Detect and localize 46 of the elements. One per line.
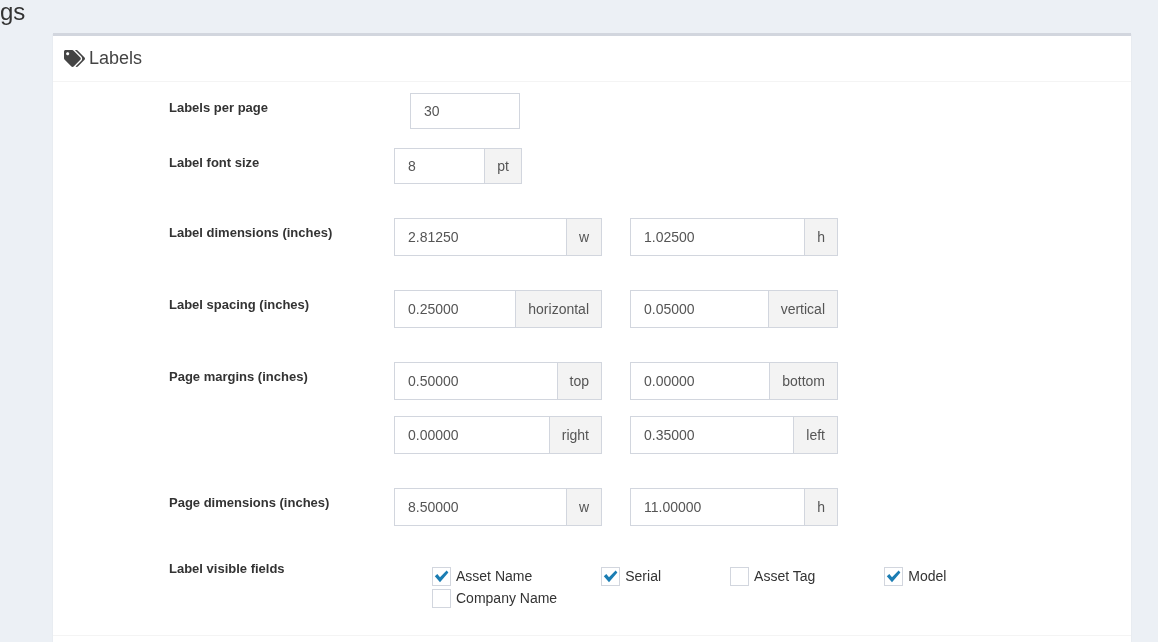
unit-addon: w	[566, 488, 602, 526]
unit-addon: pt	[485, 148, 522, 184]
unit-addon: h	[805, 488, 838, 526]
checkbox-label: Asset Tag	[754, 567, 816, 586]
unit-addon: right	[549, 416, 602, 454]
field-label: Labels per page	[169, 99, 269, 117]
field-label: Label dimensions (inches)	[169, 224, 334, 242]
checkmark-icon	[603, 570, 619, 583]
input-field[interactable]: 0.00000	[394, 416, 550, 454]
input-field[interactable]: 0.00000	[630, 362, 771, 400]
checkbox[interactable]	[432, 567, 451, 586]
checkbox[interactable]	[730, 567, 750, 586]
checkbox-label: Serial	[625, 567, 662, 586]
tags-icon	[64, 49, 85, 67]
checkbox[interactable]	[884, 567, 904, 586]
input-field[interactable]: 2.81250	[394, 218, 567, 256]
unit-addon: top	[557, 362, 602, 400]
unit-addon: vertical	[768, 290, 838, 328]
checkbox-label: Model	[908, 567, 947, 586]
field-label: Label font size	[169, 154, 261, 172]
input-field[interactable]: 0.35000	[630, 416, 795, 454]
field-label: Label visible fields	[169, 560, 286, 578]
input-field[interactable]: 1.02500	[630, 218, 806, 256]
input-field[interactable]: 0.50000	[394, 362, 558, 400]
input-field[interactable]: 30	[410, 93, 520, 129]
panel-title: Labels	[89, 48, 143, 68]
field-label: Label spacing (inches)	[169, 296, 311, 314]
input-field[interactable]: 8.50000	[394, 488, 567, 526]
checkbox[interactable]	[432, 589, 451, 608]
checkmark-icon	[886, 570, 902, 583]
input-field[interactable]: 0.25000	[394, 290, 517, 328]
unit-addon: horizontal	[516, 290, 602, 328]
field-label: Page margins (inches)	[169, 368, 309, 386]
checkbox-label: Asset Name	[456, 567, 533, 586]
unit-addon: bottom	[770, 362, 838, 400]
input-field[interactable]: 11.00000	[630, 488, 806, 526]
checkmark-icon	[434, 570, 449, 583]
checkbox[interactable]	[601, 567, 621, 586]
unit-addon: left	[794, 416, 838, 454]
unit-addon: w	[566, 218, 602, 256]
page-title: gs	[0, 0, 26, 25]
input-field[interactable]: 0.05000	[630, 290, 769, 328]
input-field[interactable]: 8	[394, 148, 486, 184]
checkbox-label: Company Name	[456, 589, 558, 608]
unit-addon: h	[805, 218, 838, 256]
field-label: Page dimensions (inches)	[169, 494, 331, 512]
